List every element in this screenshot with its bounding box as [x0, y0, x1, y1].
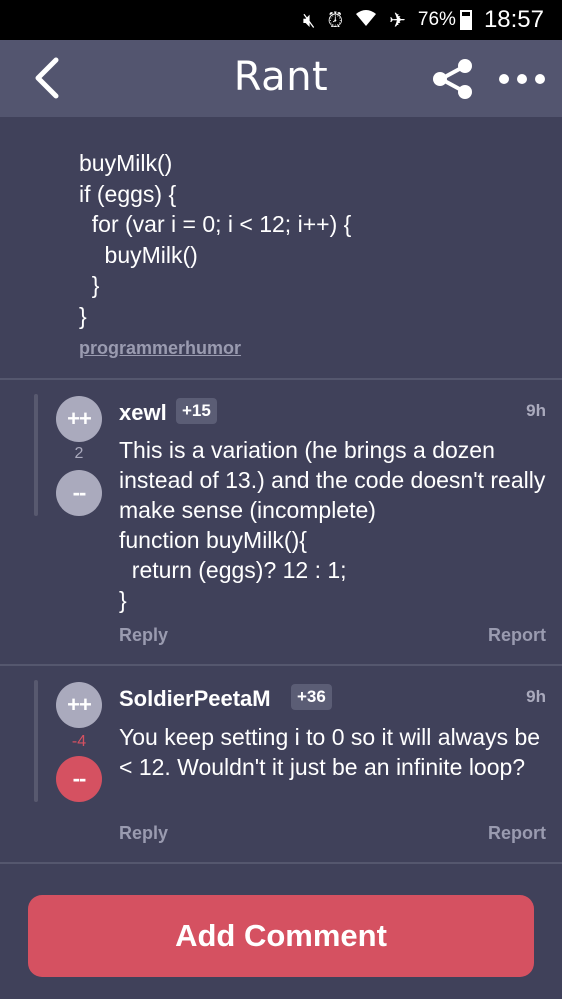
report-button[interactable]: Report	[488, 823, 546, 844]
upvote-button[interactable]: ++	[56, 396, 102, 442]
share-icon	[433, 59, 472, 99]
downvote-button[interactable]: --	[56, 756, 102, 802]
battery-level: 76%	[417, 9, 456, 30]
share-button[interactable]	[428, 54, 478, 104]
comment-text: This is a variation (he brings a dozen i…	[119, 437, 546, 613]
status-bar: 🔇︎ ⏰︎ ✈︎ 76% 18:57	[0, 0, 562, 40]
alarm-icon: ⏰︎	[327, 8, 344, 32]
comment-item: ++ -4 -- SoldierPeetaM +36 9h You keep s…	[0, 666, 562, 862]
downvote-button[interactable]: --	[56, 470, 102, 516]
more-options-button[interactable]	[494, 54, 550, 104]
divider	[0, 862, 562, 864]
rant-tag[interactable]: programmerhumor	[79, 338, 241, 359]
user-score-badge: +15	[176, 398, 217, 424]
mute-icon: 🔇︎	[302, 8, 316, 32]
vote-score: -4	[71, 733, 87, 750]
user-score-badge: +36	[291, 684, 332, 710]
app-header: Rant	[0, 40, 562, 117]
wifi-icon	[355, 8, 377, 32]
comment-text: You keep setting i to 0 so it will alway…	[119, 724, 547, 780]
reply-button[interactable]: Reply	[119, 823, 168, 844]
comment-item: ++ 2 -- xewl +15 9h This is a variation …	[0, 380, 562, 664]
more-dots-icon	[499, 74, 545, 84]
comment-username[interactable]: xewl	[119, 400, 167, 426]
report-button[interactable]: Report	[488, 625, 546, 646]
reply-button[interactable]: Reply	[119, 625, 168, 646]
add-comment-button[interactable]: Add Comment	[28, 895, 534, 977]
rant-text: buyMilk() if (eggs) { for (var i = 0; i …	[79, 150, 352, 329]
thread-line	[34, 394, 38, 516]
comment-time: 9h	[526, 687, 546, 706]
comment-time: 9h	[526, 401, 546, 420]
thread-line	[34, 680, 38, 802]
upvote-button[interactable]: ++	[56, 682, 102, 728]
battery-icon	[459, 10, 472, 30]
status-time: 18:57	[483, 6, 544, 33]
airplane-icon: ✈︎	[389, 8, 406, 32]
vote-score: 2	[74, 445, 84, 462]
comment-username[interactable]: SoldierPeetaM	[119, 686, 271, 712]
